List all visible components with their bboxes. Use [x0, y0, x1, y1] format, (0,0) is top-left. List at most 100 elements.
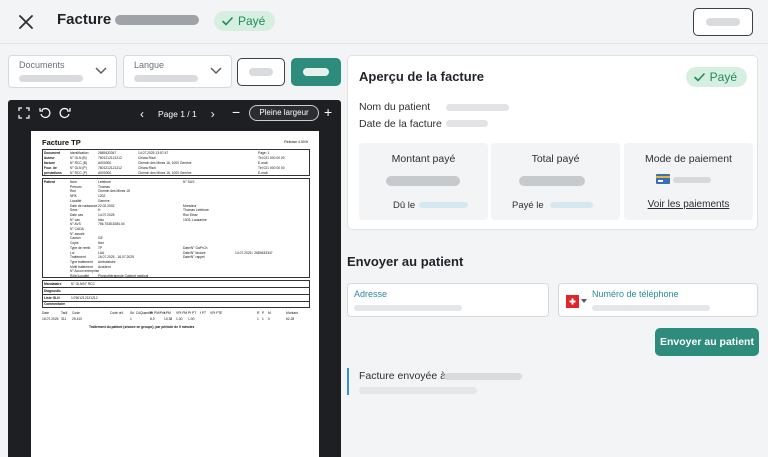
patient-row-key: Rôle/Localité — [70, 274, 90, 278]
chevron-down-icon — [210, 67, 222, 74]
table-header-cell: f PM — [164, 311, 171, 315]
table-header-cell: Montant — [286, 311, 298, 315]
patient-row-extra-value: 14.07.2025 / 2689433347 — [235, 250, 273, 255]
sent-status-bar — [347, 368, 349, 395]
amount-paid-tile: Montant payé Dû le — [359, 143, 488, 220]
summary-status-badge: Payé — [685, 67, 747, 87]
patient-row-value: 1202 — [98, 194, 106, 199]
table-cell: 62.28 — [286, 317, 295, 321]
secondary-action-button[interactable] — [237, 58, 285, 86]
address-field-label: Adresse — [354, 289, 388, 299]
table-cell: 1 — [262, 317, 264, 321]
invoice-doc-title: Facture TP — [42, 138, 81, 147]
patient-row-value: 756.7538.5284.04 — [98, 222, 125, 227]
zoom-in-button[interactable]: + — [324, 105, 332, 119]
top-action-button[interactable] — [693, 8, 753, 36]
langue-select[interactable]: Langue — [123, 55, 232, 88]
patient-row-key: Date cas — [70, 212, 84, 217]
table-cell: 1.00 — [176, 317, 183, 321]
rotate-right-icon[interactable] — [59, 107, 71, 119]
next-page-button[interactable]: › — [211, 107, 215, 121]
prev-page-button[interactable]: ‹ — [140, 107, 144, 121]
close-icon[interactable] — [14, 10, 38, 34]
patient-row-key: Copie — [70, 241, 79, 246]
invoice-date-label: Date de la facture — [359, 118, 442, 130]
header-row-key: N° GLN (B) — [70, 156, 87, 160]
pdf-viewer: ‹ Page 1 / 1 › − Pleine largeur + Factur… — [8, 100, 341, 457]
invoice-summary-card: Aperçu de la facture Payé Nom du patient… — [347, 55, 758, 230]
status-badge: Payé — [214, 11, 276, 31]
patient-row-key: Canton — [70, 236, 81, 241]
fit-width-button[interactable]: Pleine largeur — [249, 105, 319, 121]
patient-row-key: Motif traitement — [70, 264, 93, 269]
address-field[interactable]: Adresse — [347, 283, 549, 317]
patient-row-key: Prénom — [70, 184, 82, 189]
table-header-cell: Code — [72, 311, 80, 315]
primary-action-button[interactable] — [291, 58, 341, 86]
header-row-value: A000000 — [98, 171, 112, 175]
table-cell: 10.38 — [164, 317, 173, 321]
comment-label: Commentaire — [44, 302, 66, 306]
header-row-value: 2689433347 — [98, 151, 117, 155]
patient-row-key: Date de naissance — [70, 203, 98, 208]
patient-block: Patient Nom Lefebure N° SUS Prénom Thomas Rue… — [42, 178, 310, 278]
patient-row-extra: Date/N° GaPrCh — [183, 245, 208, 250]
table-header-cell: f PT — [200, 311, 207, 315]
patient-row-extra: 1003, Lausanne — [183, 217, 207, 222]
mandataire-block: Mandataire N° GLN/N° RCC Diagnostic List… — [42, 280, 310, 308]
invoice-doc-release: Release 4.50/fr — [284, 140, 308, 144]
swiss-flag-icon[interactable] — [566, 295, 579, 308]
table-header-cell: Tarif — [61, 311, 68, 315]
langue-select-value — [134, 75, 198, 82]
table-header-cell: Pt PT — [188, 311, 197, 315]
amount-paid-title: Montant payé — [391, 153, 456, 165]
patient-row-key: N° Accon entreprise — [70, 269, 100, 274]
secondary-button-label-placeholder — [249, 68, 273, 76]
payment-mode-title: Mode de paiement — [645, 153, 732, 165]
header-row-right: E-mail: — [258, 161, 269, 165]
check-icon — [222, 16, 233, 26]
viewer-toolbar: ‹ Page 1 / 1 › − Pleine largeur + — [8, 100, 341, 126]
fullscreen-icon[interactable] — [18, 107, 30, 119]
zoom-out-button[interactable]: − — [232, 105, 240, 119]
patient-row-key: Rue — [70, 189, 77, 194]
rotate-left-icon[interactable] — [39, 107, 51, 119]
table-header-cell: P — [262, 311, 265, 315]
header-row-label: Four. de — [44, 166, 57, 170]
table-cell: 311 — [61, 317, 67, 321]
top-bar: Facture Payé — [0, 0, 768, 44]
sent-to-label: Facture envoyée à — [359, 370, 446, 382]
credit-card-icon — [656, 174, 670, 184]
langue-select-label: Langue — [134, 60, 165, 70]
chevron-down-icon — [95, 67, 107, 74]
header-row-detail: Chiara Rizzi — [138, 156, 156, 160]
header-row-right: Page: 1 — [258, 151, 270, 155]
page-title: Facture — [57, 11, 112, 28]
page-indicator: Page 1 / 1 — [158, 109, 197, 119]
patient-row-extra: Monsieur — [183, 203, 197, 208]
diagnostic-label: Diagnostic — [44, 289, 61, 293]
table-cell: 1 — [130, 317, 132, 321]
header-row-label: Auteur — [44, 156, 55, 160]
header-row-key: N° RCC (B) — [70, 161, 88, 165]
header-row-detail: 14.07.2025 13:57:47 — [138, 151, 169, 155]
patient-row-value: Non — [98, 241, 105, 246]
check-icon — [693, 72, 705, 82]
caret-down-icon[interactable] — [581, 299, 587, 303]
patient-row-key: Localité — [70, 198, 82, 203]
view-payments-link[interactable]: Voir les paiements — [624, 199, 753, 210]
total-paid-title: Total payé — [531, 153, 580, 165]
phone-field[interactable]: Numéro de téléphone — [558, 283, 758, 317]
table-cell: 1 — [257, 317, 259, 321]
documents-select[interactable]: Documents — [8, 55, 117, 88]
patient-name-value — [446, 104, 509, 111]
table-header-cell: Sé. Cô — [130, 311, 141, 315]
patient-row-extra: Date/N° rappel — [183, 255, 205, 260]
table-header-cell: Date — [42, 311, 49, 315]
pager: ‹ Page 1 / 1 › — [140, 107, 215, 121]
send-to-patient-button[interactable]: Envoyer au patient — [655, 328, 759, 356]
table-header-cell: M — [268, 311, 271, 315]
table-header-cell: VPt PT — [210, 311, 221, 315]
summary-title: Aperçu de la facture — [359, 69, 484, 84]
patient-row-value: Thomas — [98, 184, 110, 189]
